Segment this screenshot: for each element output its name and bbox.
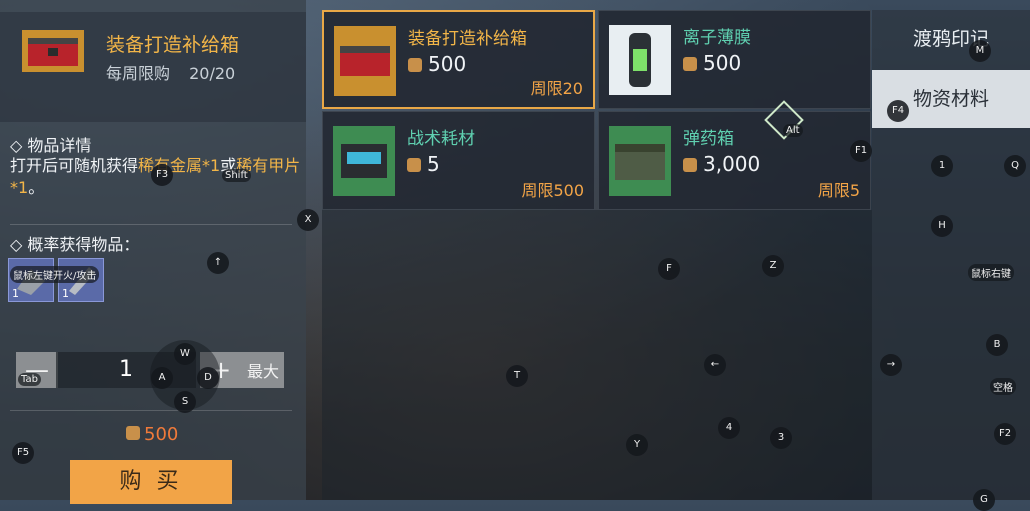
key-hint: H [931,215,953,237]
key-hint: F4 [887,100,909,122]
key-hint: T [506,365,528,387]
item-name: 装备打造补给箱 [408,29,527,49]
max-button[interactable]: 最大 [242,352,284,388]
currency-icon [408,58,422,72]
weekly-limit: 每周限购 20/20 [106,60,249,84]
drop-count: 1 [62,287,69,300]
item-cost: 3,000 [683,152,760,176]
battery-icon [333,126,395,196]
key-hint: Tab [18,373,41,386]
ion-film-icon [609,25,671,95]
key-hint: Q [1004,155,1026,177]
key-hint: F3 [151,164,173,186]
key-hint: F1 [850,140,872,162]
shop-item-card[interactable]: 离子薄膜 500 [598,10,871,109]
key-hint: 4 [718,417,740,439]
key-hint: W [174,343,196,365]
item-limit: 周限500 [521,181,584,200]
key-hint: 鼠标左键开火/攻击 [10,266,100,283]
cost-value: 5 [427,152,440,176]
key-hint: Y [626,434,648,456]
key-hint: 1 [931,155,953,177]
limit-label: 每周限购 [106,64,171,83]
key-hint: 3 [770,427,792,449]
item-cost: 5 [407,152,440,176]
divider [10,410,292,411]
cost-value: 500 [428,52,467,76]
key-hint: M [969,40,991,62]
key-hint: Alt [783,124,803,137]
currency-icon [683,158,697,172]
item-cost: 500 [408,52,466,76]
currency-icon [683,57,697,71]
key-hint: ↑ [207,252,229,274]
key-hint: S [174,391,196,413]
key-hint: ← [704,354,726,376]
shop-item-card[interactable]: 战术耗材 5 周限500 [322,111,595,210]
price-value: 500 [144,424,179,445]
limit-value: 20/20 [189,64,236,83]
item-name: 战术耗材 [407,129,475,149]
key-hint: B [986,334,1008,356]
supply-box-icon [334,26,396,96]
key-hint: G [973,489,995,511]
shop-item-card[interactable]: 弹药箱 3,000 周限5 [598,111,871,210]
divider [10,224,292,225]
key-hint: A [151,367,173,389]
cost-value: 3,000 [703,152,761,176]
buy-button[interactable]: 购 买 [70,460,232,504]
key-hint: 空格 [990,378,1016,395]
key-hint: F [658,258,680,280]
key-hint: X [297,209,319,231]
key-hint: D [197,367,219,389]
item-cost: 500 [683,51,741,75]
total-price: 500 [126,424,178,445]
desc-text: 。 [28,178,45,197]
tab-raven-mark[interactable]: 渡鸦印记 [872,10,1030,68]
shop-item-card[interactable]: 装备打造补给箱 500 周限20 [322,10,595,109]
key-hint: → [880,354,902,376]
key-hint: F5 [12,442,34,464]
key-hint: Z [762,255,784,277]
item-name: 弹药箱 [683,129,734,149]
key-hint: F2 [994,423,1016,445]
currency-icon [407,158,421,172]
details-heading: ◇ 物品详情 [10,136,92,155]
supply-box-icon [22,30,84,72]
key-hint: 鼠标右键 [968,264,1014,281]
desc-text: 打开后可随机获得 [10,156,139,175]
detail-title: 装备打造补给箱 [106,34,240,56]
item-limit: 周限5 [817,181,860,200]
item-name: 离子薄膜 [683,28,751,48]
grid-empty-area [322,210,872,500]
ammo-box-icon [609,126,671,196]
item-detail-panel: 装备打造补给箱 每周限购 20/20 ◇ 物品详情 打开后可随机获得稀有金属*1… [0,0,306,504]
key-hint: Shift [222,169,251,182]
cost-value: 500 [703,51,742,75]
drops-heading: ◇ 概率获得物品： [10,235,140,254]
drop-count: 1 [12,287,19,300]
item-limit: 周限20 [530,79,583,98]
currency-icon [126,426,140,440]
